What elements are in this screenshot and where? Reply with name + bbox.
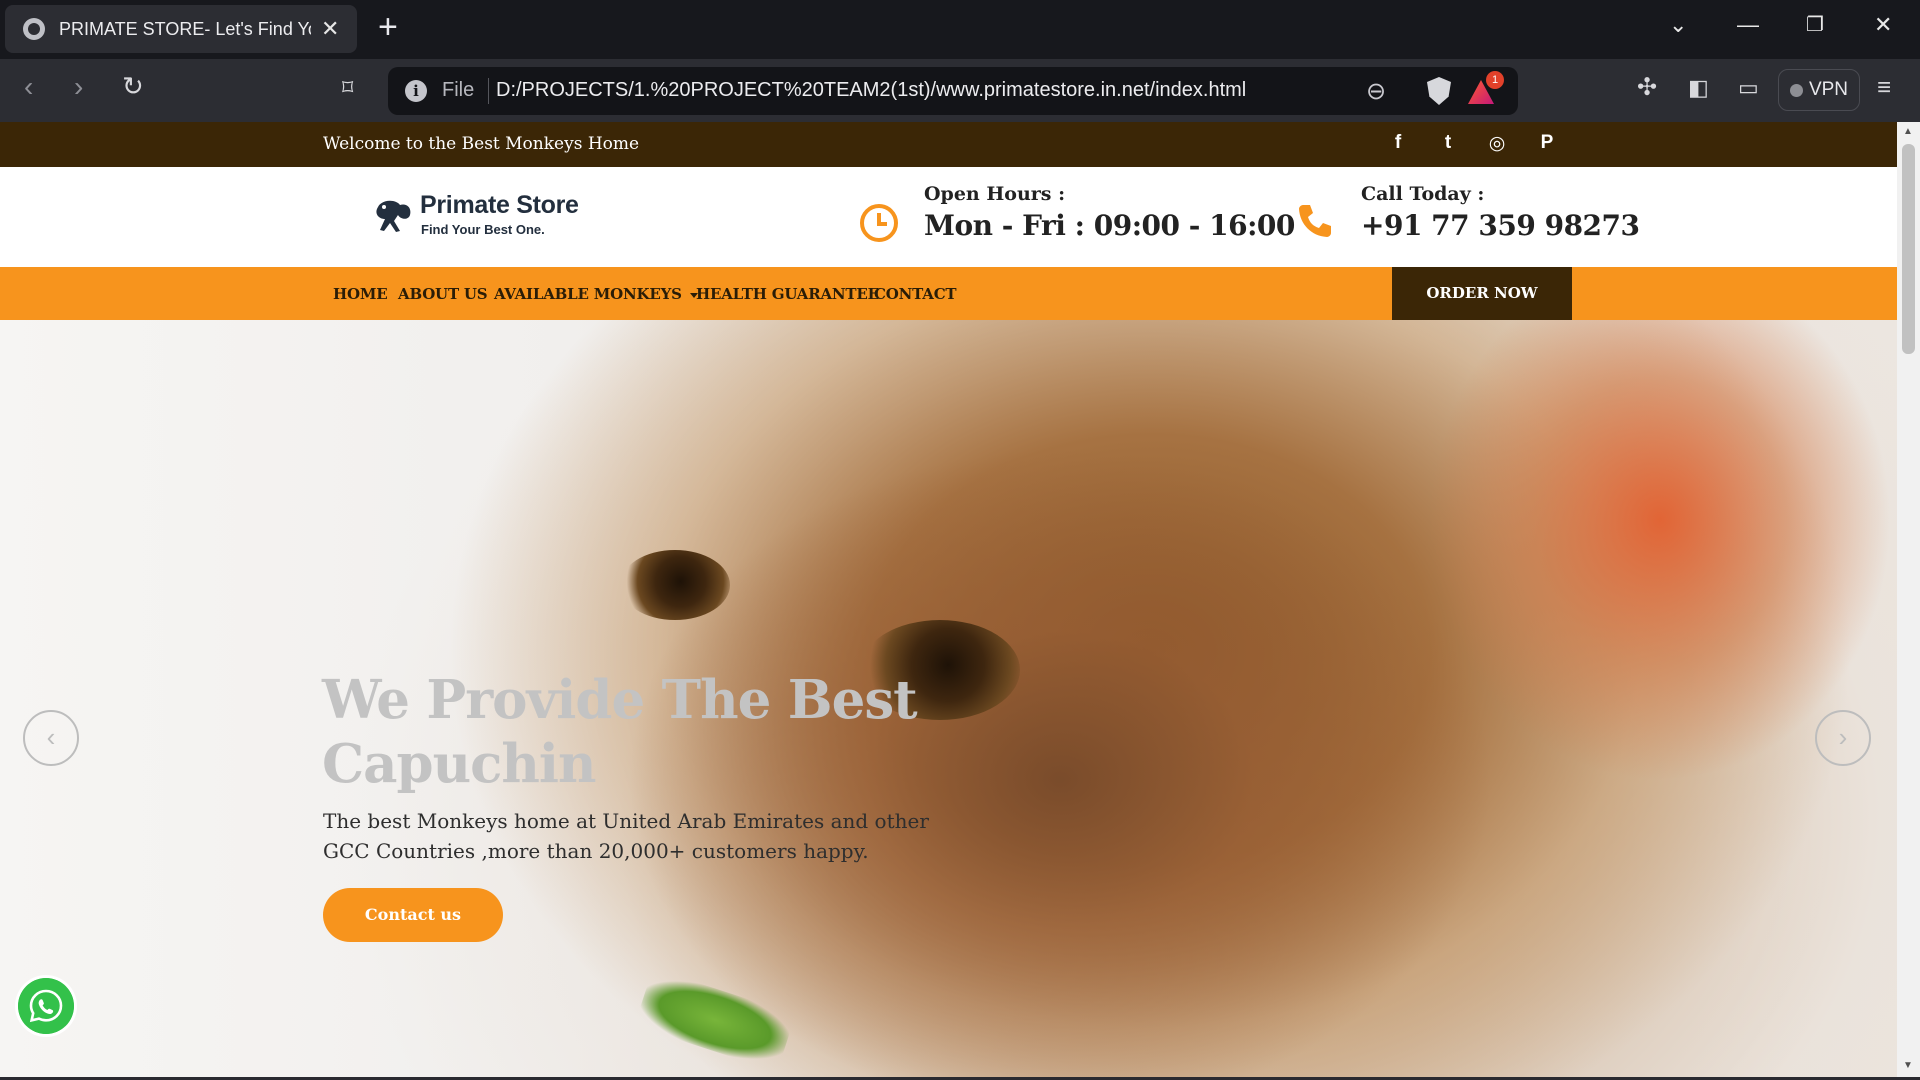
sidebar-icon[interactable]: ◧ bbox=[1688, 77, 1709, 99]
hours-label: Open Hours : bbox=[924, 183, 1066, 205]
wallet-icon[interactable]: ▭ bbox=[1738, 77, 1759, 99]
hero-image-leaf bbox=[634, 968, 796, 1072]
new-tab-button[interactable]: + bbox=[378, 10, 398, 44]
extensions-icon[interactable]: ✣ bbox=[1637, 76, 1657, 100]
close-window-button[interactable]: ✕ bbox=[1874, 12, 1892, 38]
instagram-icon[interactable]: ◎ bbox=[1484, 132, 1510, 155]
vpn-status-icon bbox=[1789, 83, 1803, 97]
phone-icon bbox=[1299, 205, 1331, 237]
url-text[interactable]: D:/PROJECTS/1.%20PROJECT%20TEAM2(1st)/ww… bbox=[496, 79, 1246, 102]
url-scheme: File bbox=[442, 79, 475, 101]
hero-text: The best Monkeys home at United Arab Emi… bbox=[323, 809, 929, 863]
info-icon[interactable]: i bbox=[405, 80, 427, 102]
globe-icon bbox=[23, 18, 45, 40]
slider-prev-button[interactable]: ‹ bbox=[23, 710, 79, 766]
nav-item-about-us[interactable]: ABOUT US bbox=[398, 285, 488, 303]
restore-button[interactable]: ❐ bbox=[1806, 12, 1824, 37]
close-icon[interactable]: ✕ bbox=[321, 18, 339, 40]
whatsapp-icon[interactable] bbox=[18, 978, 74, 1034]
twitter-icon[interactable]: t bbox=[1435, 132, 1461, 154]
nav-item-available-monkeys[interactable]: AVAILABLE MONKEYS bbox=[494, 285, 698, 303]
vpn-button[interactable]: VPN bbox=[1778, 69, 1860, 111]
scroll-up-icon[interactable]: ▲ bbox=[1903, 126, 1913, 137]
zoom-icon[interactable]: ⊖ bbox=[1366, 77, 1386, 106]
main-nav: HOME ABOUT US AVAILABLE MONKEYS HEALTH G… bbox=[0, 267, 1897, 320]
url-divider bbox=[488, 78, 489, 104]
browser-toolbar: ‹ › ↻ ⌑ i File D:/PROJECTS/1.%20PROJECT%… bbox=[0, 59, 1920, 122]
page-scrollbar[interactable]: ▲ ▼ bbox=[1897, 122, 1920, 1077]
hero-image-detail bbox=[620, 550, 730, 620]
monkey-logo-icon[interactable] bbox=[370, 195, 414, 235]
minimize-button[interactable]: — bbox=[1737, 12, 1759, 38]
back-icon[interactable]: ‹ bbox=[24, 73, 33, 101]
nav-item-health-guarantee[interactable]: HEALTH GUARANTEE bbox=[696, 285, 879, 303]
call-value[interactable]: +91 77 359 98273 bbox=[1361, 209, 1640, 242]
rewards-badge: 1 bbox=[1486, 71, 1504, 89]
hours-value: Mon - Fri : 09:00 - 16:00 bbox=[924, 209, 1295, 242]
tab-title: PRIMATE STORE- Let's Find Your bbox=[59, 18, 311, 39]
pinterest-icon[interactable]: P bbox=[1534, 132, 1560, 154]
scroll-down-icon[interactable]: ▼ bbox=[1903, 1060, 1913, 1071]
logo-subtitle: Find Your Best One. bbox=[421, 222, 545, 237]
clock-icon bbox=[860, 204, 898, 242]
brave-shields-icon[interactable] bbox=[1427, 77, 1451, 105]
site-header: Primate Store Find Your Best One. Open H… bbox=[0, 167, 1897, 267]
hero-slider: ‹ › We Provide The Best Capuchin The bes… bbox=[0, 320, 1897, 1077]
welcome-text: Welcome to the Best Monkeys Home bbox=[323, 134, 640, 154]
reload-icon[interactable]: ↻ bbox=[122, 73, 144, 99]
forward-icon[interactable]: › bbox=[74, 73, 83, 101]
browser-tab[interactable]: PRIMATE STORE- Let's Find Your ✕ bbox=[5, 5, 357, 53]
top-bar: Welcome to the Best Monkeys Home f t ◎ P bbox=[0, 122, 1897, 167]
scrollbar-thumb[interactable] bbox=[1902, 144, 1915, 354]
call-label: Call Today : bbox=[1361, 183, 1485, 205]
vpn-label: VPN bbox=[1808, 79, 1849, 100]
browser-tab-bar: PRIMATE STORE- Let's Find Your ✕ + ⌄ — ❐… bbox=[0, 0, 1920, 59]
logo-title[interactable]: Primate Store bbox=[420, 191, 579, 220]
address-bar[interactable]: i File D:/PROJECTS/1.%20PROJECT%20TEAM2(… bbox=[388, 67, 1518, 115]
menu-icon[interactable]: ≡ bbox=[1877, 76, 1891, 100]
page-viewport: Welcome to the Best Monkeys Home f t ◎ P… bbox=[0, 122, 1897, 1077]
tab-list-icon[interactable]: ⌄ bbox=[1669, 12, 1687, 38]
nav-item-home[interactable]: HOME bbox=[333, 285, 388, 303]
hero-title: We Provide The Best Capuchin bbox=[322, 669, 918, 795]
bookmark-icon[interactable]: ⌑ bbox=[342, 77, 353, 99]
nav-item-contact[interactable]: CONTACT bbox=[874, 285, 957, 303]
nav-item-label: AVAILABLE MONKEYS bbox=[494, 285, 682, 303]
facebook-icon[interactable]: f bbox=[1385, 132, 1411, 154]
contact-us-button[interactable]: Contact us bbox=[323, 888, 503, 942]
slider-next-button[interactable]: › bbox=[1815, 710, 1871, 766]
order-now-button[interactable]: ORDER NOW bbox=[1392, 267, 1572, 320]
